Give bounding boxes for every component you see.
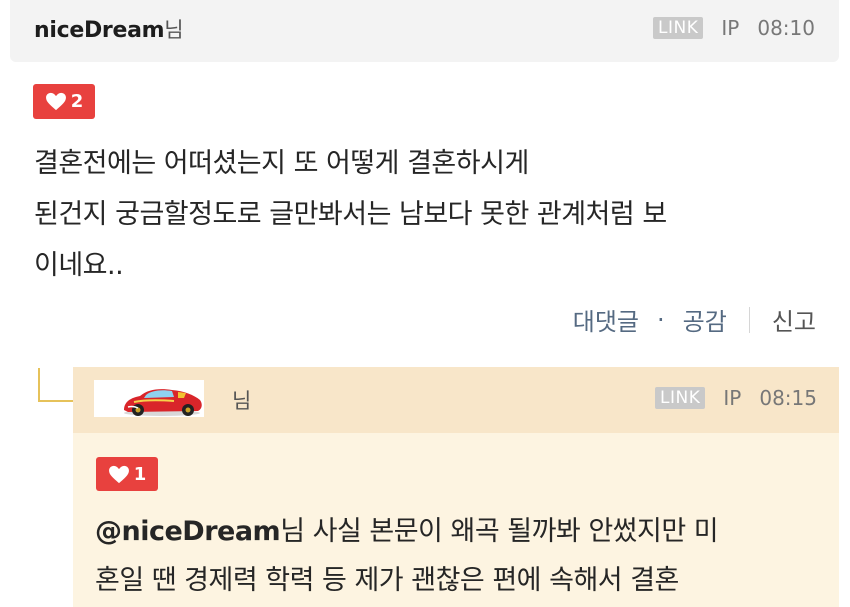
reply-author-honorific: 님: [232, 389, 252, 413]
action-divider: [748, 306, 750, 333]
reply-connector: [38, 368, 74, 402]
comment-actions: 대댓글 · 공감 신고: [573, 302, 816, 337]
comment-meta: LINK IP 08:10: [653, 16, 815, 40]
comment-author[interactable]: niceDream님: [34, 14, 184, 44]
link-badge[interactable]: LINK: [653, 17, 704, 39]
reply-mention[interactable]: @niceDream: [95, 516, 281, 547]
reply-body: @niceDream님 사실 본문이 왜곡 될까봐 안썼지만 미 혼일 땐 경제…: [95, 507, 825, 605]
reply-header: 님 LINK IP 08:15: [73, 367, 839, 433]
heart-icon: [108, 465, 129, 483]
reply-button[interactable]: 대댓글: [573, 302, 639, 337]
reply-meta: LINK IP 08:15: [655, 386, 817, 410]
action-separator-dot: ·: [657, 305, 665, 334]
reply-link-badge[interactable]: LINK: [655, 387, 706, 409]
like-count: 2: [70, 91, 84, 112]
race-car-icon: [124, 389, 202, 416]
like-button[interactable]: 공감: [683, 302, 727, 337]
reply-comment: 님 LINK IP 08:15 1 @niceDream님 사실 본문이 왜곡 …: [73, 367, 839, 607]
reply-like-count-badge: 1: [96, 457, 158, 491]
heart-icon: [45, 92, 66, 111]
comment-header: niceDream님 LINK IP 08:10: [10, 0, 839, 62]
reply-ip-label: IP: [723, 386, 742, 410]
reply-like-count: 1: [133, 463, 147, 485]
author-name[interactable]: niceDream: [34, 18, 165, 43]
like-count-badge: 2: [33, 84, 95, 119]
report-button[interactable]: 신고: [772, 302, 816, 337]
ip-label: IP: [721, 16, 740, 40]
comment-body: 결혼전에는 어떠셨는지 또 어떻게 결혼하시게 된건지 궁금할정도로 글만봐서는…: [34, 148, 667, 281]
reply-author-avatar[interactable]: [94, 380, 204, 417]
author-honorific: 님: [164, 18, 184, 42]
reply-time: 08:15: [759, 386, 817, 410]
comment-time: 08:10: [757, 16, 815, 40]
